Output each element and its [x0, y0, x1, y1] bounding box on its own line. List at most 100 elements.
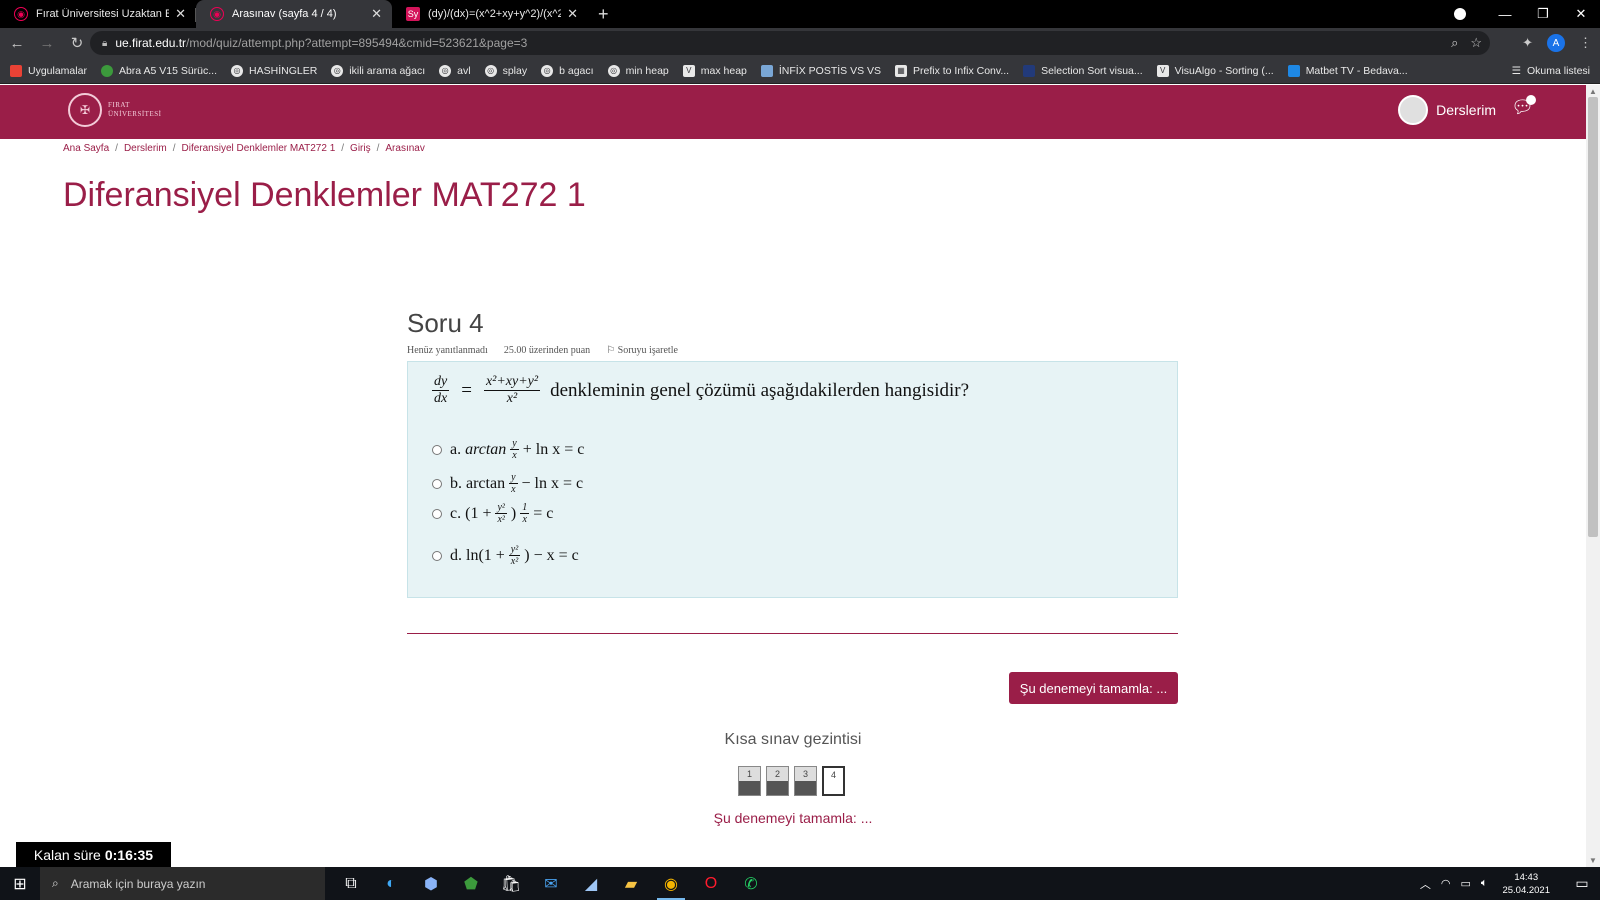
minimize-icon[interactable]: — [1486, 7, 1524, 22]
whatsapp-icon[interactable]: ✆ [731, 867, 771, 900]
answer-option-c[interactable]: c. (1 + y² x² ) 1x = c [432, 502, 553, 525]
bookmark-item[interactable]: ◎ avl [439, 64, 471, 77]
bookmark-item[interactable]: Uygulamalar [10, 64, 87, 77]
radio-button[interactable] [432, 508, 442, 519]
restore-icon[interactable]: ❐ [1524, 6, 1562, 22]
finish-attempt-link[interactable]: Şu denemeyi tamamla: ... [0, 810, 1586, 826]
logo-text-line1: FIRAT [108, 101, 130, 109]
bookmark-item[interactable]: Matbet TV - Bedava... [1287, 64, 1408, 77]
extensions-icon[interactable]: ✦ [1522, 35, 1533, 51]
globe-icon: ◎ [331, 64, 344, 77]
browser-tab-3[interactable]: Sy (dy)/(dx)=(x^2+xy+y^2)/(x^2) - ✕ [392, 0, 588, 28]
globe-icon: ◎ [484, 64, 497, 77]
user-avatar[interactable] [1398, 95, 1429, 125]
wifi-icon[interactable]: ◠ [1441, 877, 1451, 890]
cube-app-icon[interactable]: ⬢ [411, 867, 451, 900]
quiz-nav-page-3[interactable]: 3 [794, 766, 817, 796]
bookmark-item[interactable]: ◎ splay [484, 64, 527, 77]
quiz-nav-page-4[interactable]: 4 [822, 766, 845, 796]
chrome-icon[interactable]: ◉ [651, 867, 691, 900]
user-menu-label[interactable]: Derslerim [1436, 102, 1496, 118]
option-math-part: + ln x = c [522, 440, 585, 458]
menu-kebab-icon[interactable]: ⋮ [1579, 35, 1592, 51]
zoom-icon[interactable]: ⌕ [1451, 35, 1458, 51]
profile-avatar[interactable]: A [1547, 34, 1565, 52]
browser-tab-1[interactable]: ◉ Fırat Üniversitesi Uzaktan Eğitim ✕ [0, 0, 196, 28]
scroll-down-icon[interactable]: ▼ [1589, 856, 1597, 865]
answer-option-a[interactable]: a. arctan yx + ln x = c [432, 438, 584, 461]
scrollbar-thumb[interactable] [1588, 97, 1598, 537]
close-tab-icon[interactable]: ✕ [175, 6, 186, 22]
radio-button[interactable] [432, 444, 442, 455]
answer-option-b[interactable]: b. arctan yx − ln x = c [432, 472, 583, 495]
forward-icon[interactable]: → [34, 35, 60, 52]
university-logo[interactable]: ✠ FIRAT ÜNİVERSİTESİ [68, 93, 161, 127]
opera-icon[interactable]: O [691, 867, 731, 900]
url-path: /mod/quiz/attempt.php?attempt=895494&cmi… [186, 36, 528, 50]
firat-favicon-icon: ◉ [14, 7, 28, 21]
reading-list[interactable]: ☰ Okuma listesi [1512, 58, 1590, 84]
mail-icon[interactable]: ✉ [531, 867, 571, 900]
quiz-nav-page-2[interactable]: 2 [766, 766, 789, 796]
breadcrumb-item[interactable]: Derslerim [124, 143, 167, 154]
option-math: (1 + y² x² ) 1x = c [465, 502, 553, 525]
breadcrumb-separator: / [115, 143, 118, 154]
windows-start-icon[interactable]: ⊞ [0, 867, 40, 900]
browser-tab-2[interactable]: ◉ Arasınav (sayfa 4 / 4) ✕ [196, 0, 392, 28]
bookmark-item[interactable]: ◎ ikili arama ağacı [331, 64, 425, 77]
shield-app-icon[interactable]: ⬟ [451, 867, 491, 900]
task-view-icon[interactable]: ⧉ [331, 867, 371, 900]
taskbar-search[interactable]: ⌕ Aramak için buraya yazın [40, 867, 325, 900]
lock-icon: 🔒︎ [102, 37, 108, 49]
bookmark-label: Abra A5 V15 Sürüc... [118, 64, 218, 77]
close-tab-icon[interactable]: ✕ [567, 6, 578, 22]
store-icon[interactable]: 🛍︎ [491, 867, 531, 900]
reload-icon[interactable]: ↻ [64, 34, 90, 52]
scroll-up-icon[interactable]: ▲ [1589, 87, 1597, 96]
bookmark-item[interactable]: ◎ min heap [607, 64, 669, 77]
radio-button[interactable] [432, 550, 442, 561]
new-tab-button[interactable]: + [588, 0, 619, 28]
edge-icon[interactable]: ◐ [371, 867, 411, 900]
battery-icon[interactable]: ▭ [1460, 877, 1470, 890]
breadcrumb-item[interactable]: Arasınav [385, 143, 424, 154]
user-menu[interactable]: Derslerim [1398, 95, 1496, 125]
bookmark-item[interactable]: İNFİX POSTİS VS VS [760, 64, 881, 77]
volume-icon[interactable]: 🔈︎ [1481, 877, 1488, 890]
finish-attempt-button[interactable]: Şu denemeyi tamamla: ... [1009, 672, 1178, 704]
notifications-icon[interactable]: ▭ [1564, 875, 1600, 892]
breadcrumb-item[interactable]: Ana Sayfa [63, 143, 109, 154]
radio-button[interactable] [432, 478, 442, 489]
bookmark-item[interactable]: Selection Sort visua... [1023, 64, 1143, 77]
bookmark-star-icon[interactable]: ☆ [1470, 35, 1482, 51]
tray-chevron-icon[interactable]: ︿ [1420, 876, 1431, 892]
bookmark-item[interactable]: Abra A5 V15 Sürüc... [100, 64, 218, 77]
bookmark-item[interactable]: ◎ b agacı [541, 64, 594, 77]
flag-question[interactable]: ⚐ Soruyu işaretle [606, 345, 678, 356]
address-bar[interactable]: 🔒︎ ue.firat.edu.tr/mod/quiz/attempt.php?… [90, 31, 1490, 55]
square-icon [1023, 64, 1036, 77]
option-fraction: y² x² [508, 544, 521, 567]
file-explorer-icon[interactable]: ▰ [611, 867, 651, 900]
option-letter: a. [450, 440, 462, 458]
breadcrumb-item[interactable]: Giriş [350, 143, 371, 154]
installer-icon[interactable]: ◢ [571, 867, 611, 900]
answer-option-d[interactable]: d. ln(1 + y² x² ) − x = c [432, 544, 579, 567]
close-window-icon[interactable]: ✕ [1562, 6, 1600, 22]
close-tab-icon[interactable]: ✕ [371, 6, 382, 22]
bookmark-item[interactable]: ◎ HASHİNGLER [231, 64, 317, 77]
tab-title: (dy)/(dx)=(x^2+xy+y^2)/(x^2) - [428, 8, 562, 20]
quiz-nav-page-1[interactable]: 1 [738, 766, 761, 796]
taskbar-clock[interactable]: 14:43 25.04.2021 [1502, 871, 1550, 897]
bookmark-item[interactable]: ▦ Prefix to Infix Conv... [895, 64, 1010, 77]
option-letter: b. [450, 474, 462, 492]
bookmark-item[interactable]: V VisuAlgo - Sorting (... [1156, 64, 1274, 77]
option-math-part: ) [510, 504, 517, 522]
bookmark-item[interactable]: Vmax heap [682, 64, 747, 77]
page-scrollbar[interactable]: ▲ ▼ [1586, 85, 1600, 867]
bookmark-label: Matbet TV - Bedava... [1305, 64, 1408, 77]
bookmark-label: Prefix to Infix Conv... [913, 64, 1010, 77]
option-fraction: yx [510, 438, 519, 461]
breadcrumb-item[interactable]: Diferansiyel Denklemler MAT272 1 [182, 143, 336, 154]
back-icon[interactable]: ← [4, 35, 30, 52]
